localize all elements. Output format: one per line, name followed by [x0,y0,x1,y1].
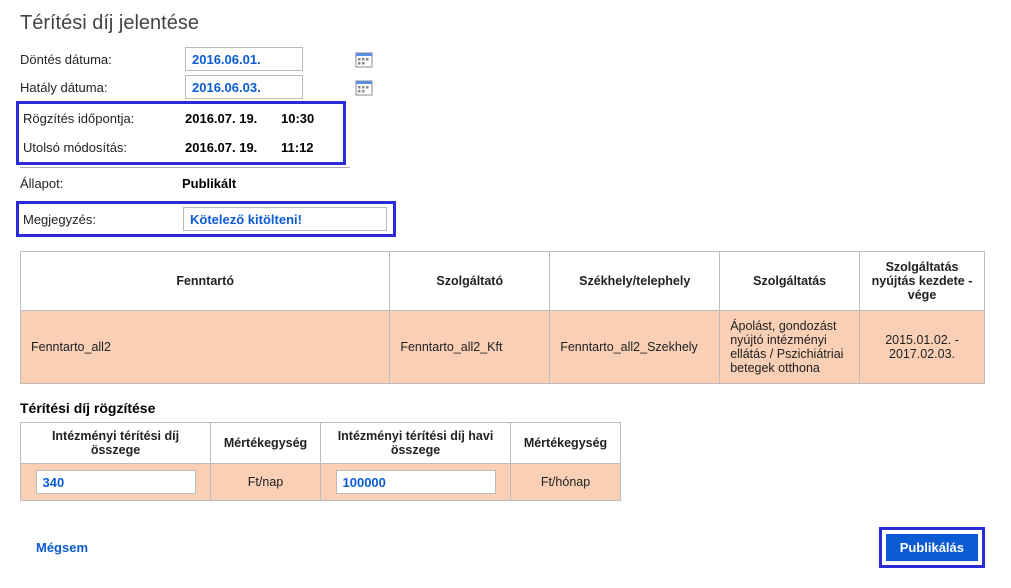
fee-amount-input[interactable] [36,470,196,494]
page-title: Térítési díj jelentése [20,12,991,35]
timestamps-box: Rögzítés időpontja: 2016.07. 19. 10:30 U… [16,101,346,165]
effective-date-input[interactable] [185,75,303,99]
fee-unit-cell: Ft/nap [211,464,321,501]
comment-box: Megjegyzés: [16,201,396,237]
fee-monthly-input[interactable] [336,470,496,494]
state-value: Publikált [180,172,238,195]
th-fee-unit2: Mértékegység [511,423,621,464]
state-label: Állapot: [20,172,180,195]
th-period: Szolgáltatás nyújtás kezdete - vége [860,252,985,311]
calendar-icon[interactable] [355,78,373,96]
cell-service: Ápolást, gondozást nyújtó intézményi ell… [720,311,860,384]
table-row: Fenntarto_all2 Fenntarto_all2_Kft Fennta… [21,311,985,384]
decision-date-label: Döntés dátuma: [20,48,185,71]
cell-site: Fenntarto_all2_Szekhely [550,311,720,384]
lastmod-date-value: 2016.07. 19. [183,136,279,159]
fee-row: Ft/nap Ft/hónap [21,464,621,501]
th-provider: Szolgáltató [390,252,550,311]
fee-section-title: Térítési díj rögzítése [20,400,991,416]
calendar-icon[interactable] [355,50,373,68]
comment-label: Megjegyzés: [23,208,183,231]
th-maintainer: Fenntartó [21,252,390,311]
th-service: Szolgáltatás [720,252,860,311]
fee-table: Intézményi térítési díj összege Mértékeg… [20,422,621,501]
th-fee-monthly: Intézményi térítési díj havi összege [321,423,511,464]
cell-maintainer: Fenntarto_all2 [21,311,390,384]
publish-highlight: Publikálás [879,527,985,568]
effective-date-label: Hatály dátuma: [20,76,185,99]
th-site: Székhely/telephely [550,252,720,311]
cell-provider: Fenntarto_all2_Kft [390,311,550,384]
cell-period: 2015.01.02. - 2017.02.03. [860,311,985,384]
th-fee-amount: Intézményi térítési díj összege [21,423,211,464]
record-date-value: 2016.07. 19. [183,107,279,130]
cancel-link[interactable]: Mégsem [20,540,88,555]
record-time-value: 10:30 [279,107,316,130]
th-fee-unit: Mértékegység [211,423,321,464]
service-table: Fenntartó Szolgáltató Székhely/telephely… [20,251,985,384]
record-time-label: Rögzítés időpontja: [23,107,183,130]
lastmod-label: Utolsó módosítás: [23,136,183,159]
comment-input[interactable] [183,207,387,231]
decision-date-input[interactable] [185,47,303,71]
fee-unit2-cell: Ft/hónap [511,464,621,501]
publish-button[interactable]: Publikálás [886,534,978,561]
lastmod-time-value: 11:12 [279,136,316,159]
